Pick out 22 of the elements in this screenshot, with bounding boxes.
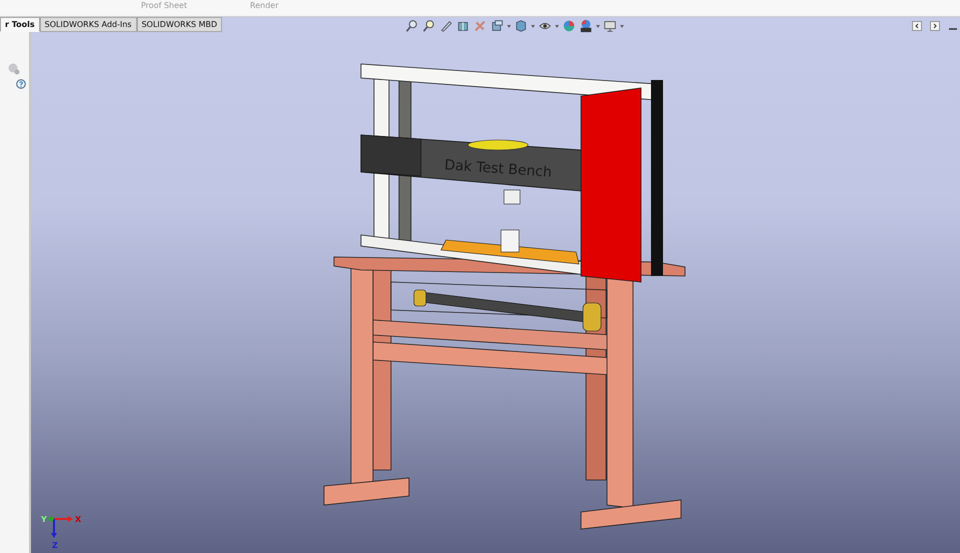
caret-icon[interactable] (596, 24, 600, 28)
zoom-area-icon[interactable] (422, 19, 436, 33)
pencil-icon[interactable] (439, 19, 453, 33)
axis-label: X (75, 515, 82, 524)
tab[interactable]: SOLIDWORKS MBD (136, 17, 222, 32)
axis-label: Y (41, 515, 47, 524)
zoom-icon[interactable] (405, 19, 419, 33)
axis-triad-drawing (48, 516, 73, 538)
panel-left-icon[interactable] (912, 21, 922, 31)
help-icon[interactable] (16, 79, 26, 89)
caret-icon[interactable] (531, 24, 535, 28)
scene-icon[interactable] (579, 19, 593, 33)
monitor-icon[interactable] (603, 19, 617, 33)
panel-right-icon[interactable] (930, 21, 940, 31)
caret-icon[interactable] (620, 24, 624, 28)
tab[interactable]: SOLIDWORKS Add-Ins (40, 17, 137, 32)
caret-icon[interactable] (507, 24, 511, 28)
cube-icon[interactable] (514, 19, 528, 33)
tab[interactable]: r Tools (0, 17, 40, 32)
section-icon[interactable] (456, 19, 470, 33)
axis-label: Z (52, 541, 58, 550)
caret-icon[interactable] (555, 24, 559, 28)
